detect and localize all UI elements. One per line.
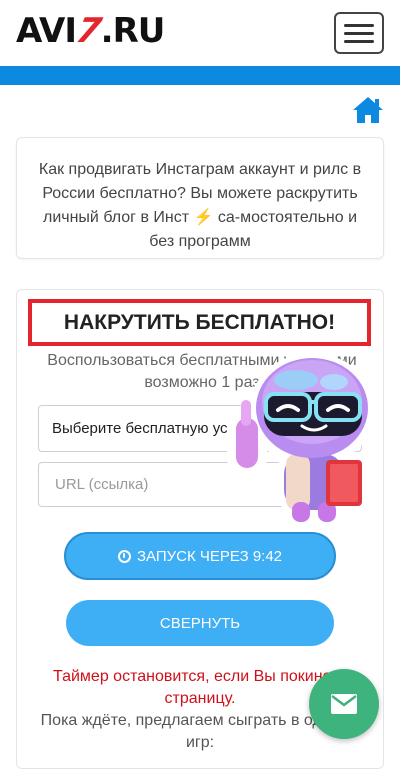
logo-text-right: .RU [100,11,166,51]
header-accent-bar [0,66,400,85]
menu-bar [344,31,374,35]
clock-icon [117,549,131,563]
home-icon[interactable] [352,95,384,125]
logo-text-accent: 7 [72,11,104,51]
launch-button[interactable]: ЗАПУСК ЧЕРЕЗ 9:42 [64,532,336,580]
collapse-button[interactable]: СВЕРНУТЬ [66,600,334,646]
robot-mascot-sticker [227,353,375,528]
promo-title: НАКРУТИТЬ БЕСПЛАТНО! [28,299,371,346]
menu-bar [344,39,374,43]
intro-card: Как продвигать Инстаграм аккаунт и рилс … [16,137,384,259]
site-logo[interactable]: AVI 7 .RU [16,10,166,52]
contact-mail-button[interactable] [309,669,379,739]
top-header: AVI 7 .RU [0,0,400,66]
mail-icon [331,694,357,714]
intro-text: Как продвигать Инстаграм аккаунт и рилс … [38,161,362,250]
hamburger-menu-button[interactable] [334,12,384,54]
launch-button-label: ЗАПУСК ЧЕРЕЗ 9:42 [136,547,283,565]
menu-bar [344,23,374,27]
logo-text-left: AVI [16,11,77,51]
